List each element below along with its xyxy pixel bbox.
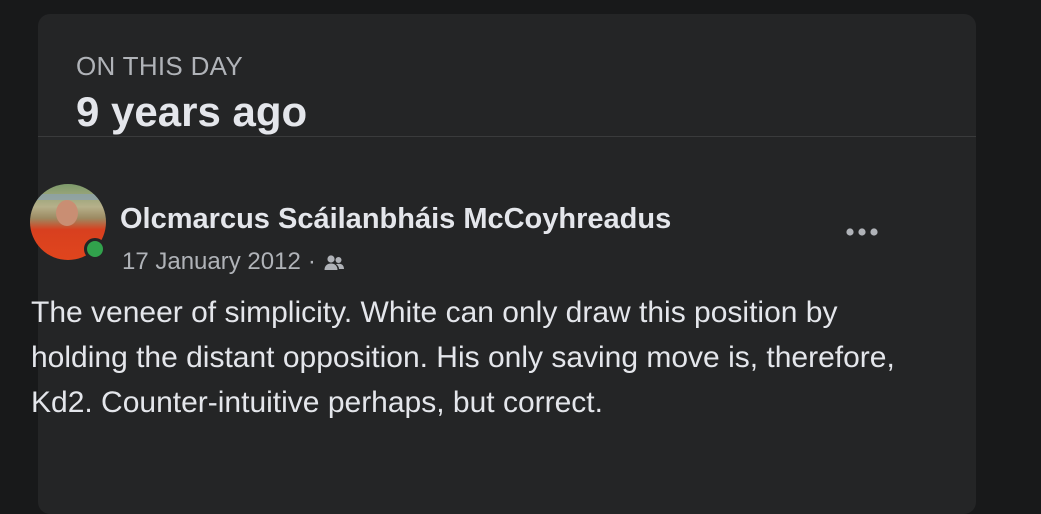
meta-separator: · [307,248,316,275]
author-avatar[interactable] [30,184,106,260]
post-text: The veneer of simplicity. White can only… [31,296,895,419]
post-header: Olcmarcus Scáilanbháis McCoyhreadus 17 J… [30,184,908,276]
more-horizontal-icon [846,228,878,236]
post-date-link[interactable]: 17 January 2012 [122,248,301,276]
author-name-link[interactable]: Olcmarcus Scáilanbháis McCoyhreadus [120,202,671,236]
years-ago-heading: 9 years ago [76,88,308,135]
section-kicker: ON THIS DAY [76,51,244,81]
memories-header: ON THIS DAY 9 years ago [38,14,976,137]
more-options-button[interactable] [842,212,882,252]
online-status-dot [84,238,106,260]
friends-icon[interactable] [322,252,346,272]
post-meta: 17 January 2012 · [122,248,346,276]
